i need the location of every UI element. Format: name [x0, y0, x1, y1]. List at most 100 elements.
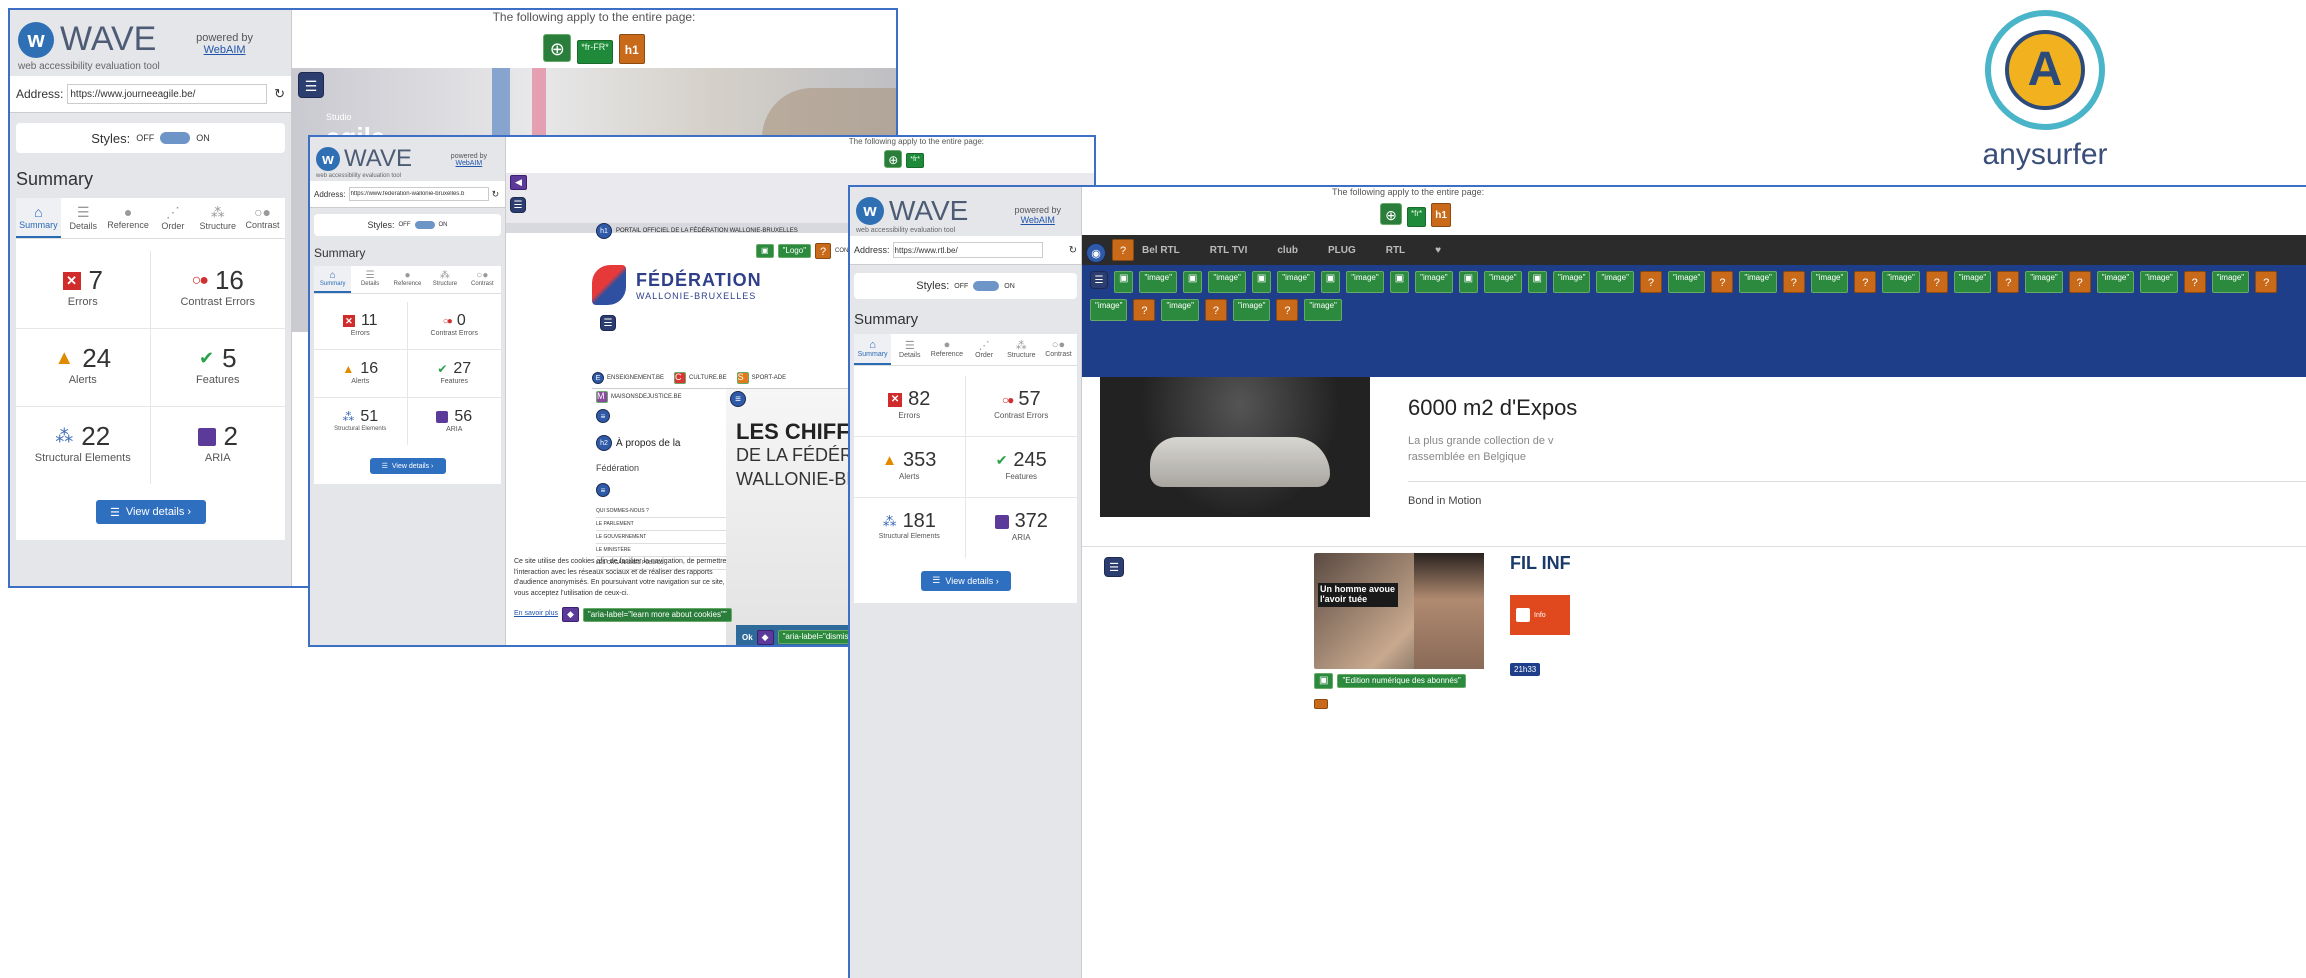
image-badge[interactable]: ▣ [1251, 271, 1272, 293]
card-contrast[interactable]: ○● 0 Contrast Errors [407, 302, 501, 350]
learn-more-link[interactable]: En savoir plus [514, 609, 558, 620]
h1-alert-badge[interactable]: h1 [1431, 203, 1452, 227]
address-input[interactable] [348, 187, 489, 201]
language-badge[interactable]: *fr* [906, 153, 924, 168]
card-aria[interactable]: 56 ARIA [408, 398, 502, 445]
card-structural[interactable]: ⁂ 51 Structural Elements [314, 398, 408, 445]
view-details-button[interactable]: ☰ View details › [920, 570, 1011, 591]
alert-badge[interactable]: ? [1925, 271, 1948, 293]
tab-structure[interactable]: ⁂ Structure [1003, 334, 1040, 365]
image-badge[interactable]: ▣ [1114, 271, 1134, 293]
tab-contrast[interactable]: ○● Contrast [240, 198, 285, 238]
image-alt-badge[interactable]: "image" [1882, 271, 1920, 293]
edition-alt-badge[interactable]: "Edition numérique des abonnés" [1337, 674, 1466, 688]
view-details-button[interactable]: ☰ View details › [95, 500, 206, 524]
region-icon[interactable]: ☰ [600, 315, 616, 331]
tab-details[interactable]: ☰ Details [891, 334, 928, 365]
image-alt-badge[interactable]: "image" [1277, 271, 1315, 293]
alert-badge[interactable]: ? [1276, 299, 1299, 321]
tab-summary[interactable]: ⌂ Summary [16, 198, 61, 238]
image-alt-badge[interactable]: "image" [1484, 271, 1522, 293]
image-badge[interactable]: ▣ [1458, 271, 1479, 293]
address-input[interactable] [892, 242, 1043, 258]
tab-reference[interactable]: ● Reference [389, 266, 426, 293]
globe-icon[interactable]: ⊕ [1380, 203, 1402, 225]
region-icon[interactable]: ☰ [510, 197, 526, 213]
region-icon[interactable]: ☰ [1090, 271, 1108, 289]
video-card[interactable]: Un homme avoue l'avoir tuée ■ [1314, 553, 1484, 669]
image-alt-badge[interactable]: "image" [1139, 271, 1177, 293]
card-features[interactable]: ✔ 27 Features [407, 350, 501, 398]
tab-contrast[interactable]: ○● Contrast [464, 266, 501, 293]
nav-item-sport[interactable]: S SPORT-ADE [736, 371, 786, 384]
brand-club[interactable]: club [1277, 245, 1298, 256]
menu-item[interactable]: LE GOUVERNEMENT [596, 531, 726, 544]
webaim-link[interactable]: WebAIM [196, 44, 253, 56]
region-icon[interactable]: ≡ [730, 391, 746, 407]
tab-reference[interactable]: ● Reference [106, 198, 151, 238]
language-badge[interactable]: *fr* [1407, 207, 1427, 227]
nav-item-enseignement[interactable]: E ENSEIGNEMENT.BE [592, 371, 664, 384]
image-badge[interactable]: ▣ [1389, 271, 1410, 293]
styles-toggle[interactable] [973, 281, 1000, 291]
image-alt-badge[interactable]: "image" [1161, 299, 1199, 321]
globe-icon[interactable]: ⊕ [543, 34, 572, 62]
address-input[interactable] [67, 84, 268, 104]
image-badge[interactable]: ▣ [756, 244, 774, 258]
view-details-button[interactable]: ☰ View details › [369, 458, 446, 474]
alert-badge[interactable]: ? [1639, 271, 1662, 293]
image-alt-badge[interactable]: "image" [1232, 299, 1271, 321]
info-badge[interactable]: Info [1510, 595, 1570, 635]
alert-badge[interactable]: ? [2068, 271, 2091, 293]
language-badge[interactable]: *fr-FR* [577, 40, 613, 64]
brand-belrtl[interactable]: Bel RTL [1142, 245, 1180, 256]
styles-toggle[interactable] [160, 132, 191, 144]
image-alt-badge[interactable]: "image" [1415, 271, 1453, 293]
tab-summary[interactable]: ⌂ Summary [314, 266, 352, 293]
tab-summary[interactable]: ⌂ Summary [854, 334, 892, 365]
styles-toggle[interactable] [414, 221, 435, 229]
card-errors[interactable]: ✕ 7 Errors [16, 251, 151, 329]
tab-details[interactable]: ☰ Details [351, 266, 388, 293]
alert-badge[interactable]: ? [1782, 271, 1805, 293]
alert-badge[interactable]: ? [1133, 299, 1156, 321]
image-alt-badge[interactable]: "image" [2025, 271, 2063, 293]
tab-order[interactable]: ⋰ Order [966, 334, 1003, 365]
image-alt-badge[interactable]: "image" [1552, 271, 1591, 293]
globe-icon[interactable]: ⊕ [884, 150, 903, 168]
alert-badge[interactable]: ? [1204, 299, 1227, 321]
tab-order[interactable]: ⋰ Order [150, 198, 195, 238]
image-badge[interactable]: ▣ [1320, 271, 1341, 293]
alert-badge[interactable] [1314, 699, 1328, 709]
card-features[interactable]: ✔ 245 Features [965, 437, 1077, 498]
card-alerts[interactable]: ▲ 24 Alerts [16, 329, 151, 407]
webaim-link[interactable]: WebAIM [451, 160, 487, 167]
alert-badge[interactable]: ? [815, 243, 832, 259]
alert-badge[interactable]: ? [2183, 271, 2206, 293]
alert-badge[interactable]: ? [1854, 271, 1877, 293]
image-alt-badge[interactable]: "image" [1667, 271, 1706, 293]
brand-rtl[interactable]: RTL [1386, 245, 1405, 256]
image-badge[interactable]: ▣ [1314, 673, 1334, 689]
image-alt-badge[interactable]: "image" [1346, 271, 1384, 293]
tab-structure[interactable]: ⁂ Structure [426, 266, 463, 293]
nav-item-culture[interactable]: C CULTURE.BE [674, 371, 727, 384]
list-icon[interactable]: ≡ [596, 483, 610, 497]
ok-button[interactable]: Ok [742, 633, 753, 642]
card-contrast[interactable]: ○● 16 Contrast Errors [150, 251, 285, 329]
image-alt-badge[interactable]: "image" [2140, 271, 2178, 293]
alert-badge[interactable]: ? [2255, 271, 2278, 293]
tab-structure[interactable]: ⁂ Structure [195, 198, 240, 238]
h1-alert-badge[interactable]: h1 [618, 34, 645, 64]
card-structural[interactable]: ⁂ 181 Structural Elements [854, 498, 966, 558]
region-icon[interactable]: ◉ [1086, 243, 1106, 263]
brand-plug[interactable]: PLUG [1328, 245, 1356, 256]
card-alerts[interactable]: ▲ 353 Alerts [854, 437, 966, 498]
image-alt-badge[interactable]: "image" [1090, 299, 1128, 321]
image-badge[interactable]: ▣ [1527, 271, 1547, 293]
image-alt-badge[interactable]: "image" [1596, 271, 1634, 293]
card-contrast[interactable]: ○● 57 Contrast Errors [965, 376, 1077, 437]
image-alt-badge[interactable]: "image" [1953, 271, 1992, 293]
image-alt-badge[interactable]: "image" [1208, 271, 1246, 293]
card-features[interactable]: ✔ 5 Features [150, 329, 285, 407]
